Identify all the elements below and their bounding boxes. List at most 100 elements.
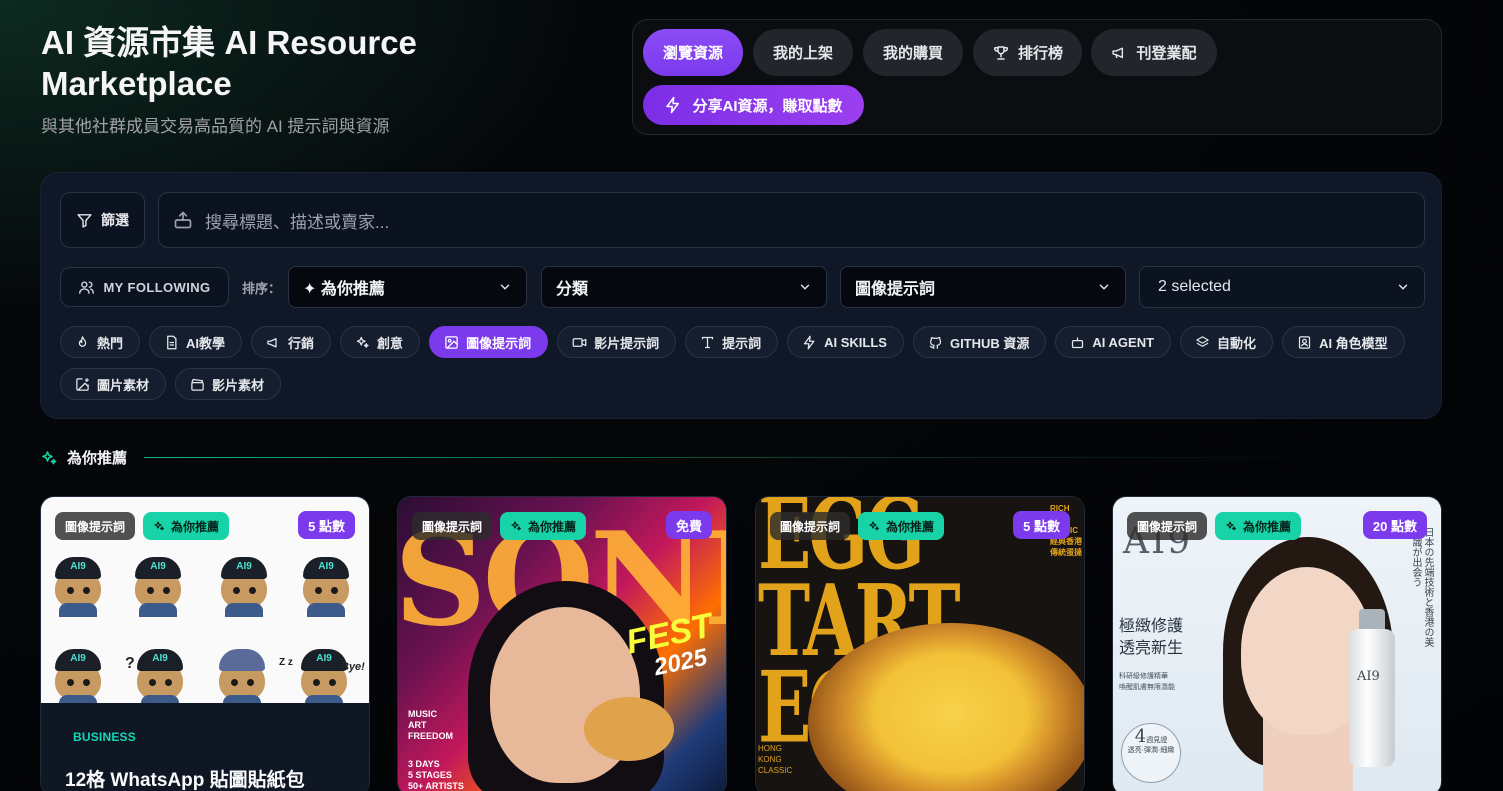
sticker-text: Bye! bbox=[341, 661, 365, 673]
type-badge: 圖像提示詞 bbox=[55, 512, 136, 540]
sparkles-icon bbox=[868, 520, 880, 532]
chip-label: 自動化 bbox=[1217, 335, 1257, 351]
page-subtitle: 與其他社群成員交易高品質的 AI 提示詞與資源 bbox=[41, 117, 390, 136]
category-select[interactable]: 分類 bbox=[541, 266, 827, 308]
sticker-cat: AI9 bbox=[297, 555, 355, 617]
recommended-badge: 為你推薦 bbox=[500, 512, 587, 540]
search-icon bbox=[173, 210, 193, 230]
chip-video-assets[interactable]: 影片素材 bbox=[175, 368, 282, 400]
sparkles-icon bbox=[510, 520, 522, 532]
card-image: AI9 日本の先端技術と香港の美意識が出会う AI9 極緻修護 透亮新生 科研級修… bbox=[1113, 497, 1441, 791]
sticker-cat: AI9 bbox=[129, 555, 187, 617]
resource-card[interactable]: AI9 AI9 AI9 AI9 AI9 AI9 AI9 ? Bye! Z z B… bbox=[40, 496, 370, 791]
users-icon bbox=[78, 279, 95, 296]
tab-label: 排行榜 bbox=[1017, 45, 1063, 62]
chip-label: 熱門 bbox=[97, 335, 124, 351]
sparkles-icon bbox=[355, 335, 370, 350]
chip-marketing[interactable]: 行銷 bbox=[251, 326, 332, 358]
filter-panel: 篩選 搜尋標題、描述或賣家... MY FOLLOWING 排序： ✦ 為你推薦… bbox=[40, 172, 1442, 419]
multi-select[interactable]: 2 selected bbox=[1139, 266, 1425, 308]
document-icon bbox=[164, 335, 179, 350]
price-badge: 免費 bbox=[665, 511, 712, 539]
type-badge: 圖像提示詞 bbox=[770, 512, 851, 540]
chip-hot[interactable]: 熱門 bbox=[60, 326, 141, 358]
tab-label: 瀏覽資源 bbox=[662, 45, 723, 62]
search-input[interactable]: 搜尋標題、描述或賣家... bbox=[158, 192, 1425, 248]
recommended-badge-label: 為你推薦 bbox=[528, 519, 577, 534]
recommended-badge: 為你推薦 bbox=[143, 512, 230, 540]
tab-label: 刊登業配 bbox=[1136, 45, 1197, 62]
chip-ai-skills[interactable]: AI SKILLS bbox=[787, 326, 904, 358]
tab-my-purchases[interactable]: 我的購買 bbox=[863, 29, 963, 76]
poster-vertical-text: 日本の先端技術と香港の美意識が出会う bbox=[1410, 527, 1433, 647]
sort-value: ✦ 為你推薦 bbox=[303, 281, 385, 298]
chip-label: 影片提示詞 bbox=[594, 335, 660, 351]
chip-label: AI SKILLS bbox=[824, 334, 887, 350]
share-label: 分享AI資源，賺取點數 bbox=[692, 97, 843, 115]
tab-advertise[interactable]: 刊登業配 bbox=[1091, 29, 1217, 76]
recommended-badge-label: 為你推薦 bbox=[171, 519, 220, 534]
chip-ai-tutorial[interactable]: AI教學 bbox=[149, 326, 243, 358]
chip-automation[interactable]: 自動化 bbox=[1180, 326, 1274, 358]
resource-card[interactable]: AI9 日本の先端技術と香港の美意識が出会う AI9 極緻修護 透亮新生 科研級修… bbox=[1112, 496, 1442, 791]
card-title: 12格 WhatsApp 貼圖貼紙包 bbox=[65, 770, 305, 791]
chip-prompt[interactable]: 提示詞 bbox=[685, 326, 779, 358]
video-icon bbox=[572, 335, 587, 350]
nav-panel: 瀏覽資源 我的上架 我的購買 排行榜 刊登業配 分享AI資源，賺取點數 bbox=[632, 19, 1442, 135]
tab-leaderboard[interactable]: 排行榜 bbox=[973, 29, 1082, 76]
sticker-cat: AI9 bbox=[295, 647, 353, 709]
type-select[interactable]: 圖像提示詞 bbox=[840, 266, 1126, 308]
card-image: SONIC FEST 2025 MUSICARTFREEDOM 3 DAYS5 … bbox=[398, 497, 726, 791]
chip-video-prompt[interactable]: 影片提示詞 bbox=[557, 326, 677, 358]
type-badge: 圖像提示詞 bbox=[412, 512, 493, 540]
recommended-badge-label: 為你推薦 bbox=[886, 519, 935, 534]
chip-ai-character[interactable]: AI 角色模型 bbox=[1282, 326, 1405, 358]
chevron-down-icon bbox=[1097, 280, 1111, 294]
sticker-cat bbox=[213, 647, 271, 709]
type-badge: 圖像提示詞 bbox=[1127, 512, 1208, 540]
image-plus-icon bbox=[75, 377, 90, 392]
text-icon bbox=[700, 335, 715, 350]
my-following-button[interactable]: MY FOLLOWING bbox=[60, 267, 229, 307]
chip-image-prompt[interactable]: 圖像提示詞 bbox=[429, 326, 549, 358]
poster-headline: 極緻修護 透亮新生 bbox=[1119, 616, 1184, 657]
chip-ai-agent[interactable]: AI AGENT bbox=[1055, 326, 1172, 358]
multi-value: 2 selected bbox=[1158, 278, 1231, 295]
price-badge: 5 點數 bbox=[298, 511, 355, 539]
sticker-cat: AI9 bbox=[49, 555, 107, 617]
layers-icon bbox=[1195, 335, 1210, 350]
megaphone-icon bbox=[266, 335, 281, 350]
chevron-down-icon bbox=[798, 280, 812, 294]
chip-creative[interactable]: 創意 bbox=[340, 326, 421, 358]
chip-label: AI 角色模型 bbox=[1319, 335, 1388, 351]
poster-side-text: 3 DAYS 5 STAGES 50+ ARTISTS bbox=[408, 759, 464, 791]
image-icon bbox=[444, 335, 459, 350]
chip-label: AI教學 bbox=[186, 335, 226, 351]
tab-browse[interactable]: 瀏覽資源 bbox=[643, 29, 743, 76]
portrait-icon bbox=[1297, 335, 1312, 350]
sort-label: 排序： bbox=[242, 281, 282, 296]
chip-label: AI AGENT bbox=[1092, 334, 1155, 350]
clapperboard-icon bbox=[190, 377, 205, 392]
filter-button[interactable]: 篩選 bbox=[60, 192, 145, 248]
card-badges: 圖像提示詞 為你推薦 bbox=[55, 512, 230, 540]
type-value: 圖像提示詞 bbox=[855, 281, 936, 298]
chip-label: 影片素材 bbox=[212, 377, 265, 393]
share-resource-button[interactable]: 分享AI資源，賺取點數 bbox=[643, 85, 864, 125]
tab-my-listings[interactable]: 我的上架 bbox=[753, 29, 853, 76]
sort-select[interactable]: ✦ 為你推薦 bbox=[288, 266, 527, 308]
robot-icon bbox=[1070, 335, 1085, 350]
chip-image-assets[interactable]: 圖片素材 bbox=[60, 368, 167, 400]
resource-card[interactable]: EGG TARTEGG TA RICH...ICONIC經典香港傳統蛋撻 HON… bbox=[755, 496, 1085, 791]
chip-label: 圖片素材 bbox=[97, 377, 150, 393]
category-chips-row-2: 圖片素材 影片素材 bbox=[60, 368, 282, 400]
chip-github[interactable]: GITHUB 資源 bbox=[912, 326, 1047, 358]
chevron-down-icon bbox=[498, 280, 512, 294]
resource-card[interactable]: SONIC FEST 2025 MUSICARTFREEDOM 3 DAYS5 … bbox=[397, 496, 727, 791]
price-badge: 5 點數 bbox=[1013, 511, 1070, 539]
flame-icon bbox=[75, 335, 90, 350]
bolt-icon bbox=[802, 335, 817, 350]
poster-small-text: 科研級修護精華 喚醒肌膚無限潛能 bbox=[1119, 673, 1175, 691]
poster-side-text: MUSIC ART FREEDOM bbox=[408, 709, 453, 741]
github-icon bbox=[928, 335, 943, 350]
